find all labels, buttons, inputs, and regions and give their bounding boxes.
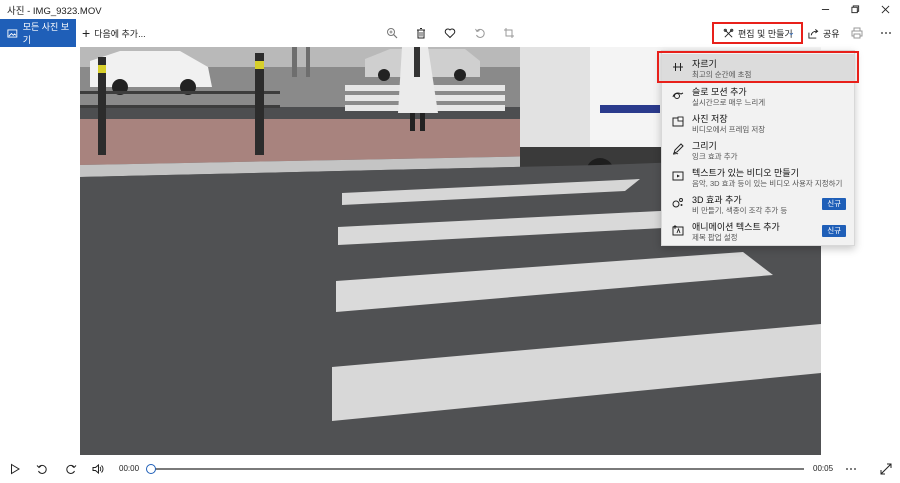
delete-button[interactable] xyxy=(413,25,429,41)
menu-item-trim[interactable]: 자르기 최고의 순간에 초점 xyxy=(662,54,854,81)
playback-bar: 00:00 00:05 xyxy=(0,455,900,483)
print-icon xyxy=(851,27,863,39)
all-photos-label: 모든 사진 보기 xyxy=(22,22,70,45)
seek-thumb[interactable] xyxy=(146,464,156,474)
menu-item-subtitle: 제목 팝업 설정 xyxy=(692,233,738,242)
share-label: 공유 xyxy=(823,28,840,39)
menu-item-subtitle: 잉크 효과 추가 xyxy=(692,152,738,161)
photos-icon xyxy=(7,28,18,38)
animated-text-icon xyxy=(671,223,684,236)
crop-button[interactable] xyxy=(501,25,517,41)
fullscreen-button[interactable] xyxy=(878,461,894,477)
print-button[interactable] xyxy=(849,25,865,41)
end-time: 00:05 xyxy=(813,464,834,473)
current-time: 00:00 xyxy=(119,464,140,473)
rotate-button[interactable] xyxy=(472,25,488,41)
volume-icon xyxy=(92,463,104,475)
forward-button[interactable] xyxy=(63,461,79,477)
menu-item-subtitle: 비 만들기, 색종이 조각 추가 등 xyxy=(692,206,788,215)
menu-item-subtitle: 최고의 순간에 초점 xyxy=(692,70,752,79)
edit-create-icon xyxy=(723,28,734,37)
play-icon xyxy=(11,463,20,475)
playback-more-button[interactable] xyxy=(843,461,859,477)
more-icon xyxy=(881,32,891,34)
menu-item-animated-text[interactable]: 애니메이션 텍스트 추가 제목 팝업 설정 신규 xyxy=(662,217,854,244)
trim-icon xyxy=(671,60,684,73)
share-icon xyxy=(808,28,819,39)
edit-create-button[interactable]: 편집 및 만들기 ⌄ xyxy=(712,22,803,44)
play-button[interactable] xyxy=(7,461,23,477)
add-to-label: 다음에 추가... xyxy=(94,28,146,39)
favorite-button[interactable] xyxy=(442,25,458,41)
menu-item-subtitle: 실시간으로 매우 느리게 xyxy=(692,98,766,107)
all-photos-button[interactable]: 모든 사진 보기 xyxy=(0,19,76,47)
maximize-icon xyxy=(850,5,859,14)
video-text-icon xyxy=(671,169,684,182)
fullscreen-icon xyxy=(880,463,892,475)
volume-button[interactable] xyxy=(90,461,106,477)
zoom-icon xyxy=(387,28,398,39)
menu-item-save-photo[interactable]: 사진 저장 비디오에서 프레임 저장 xyxy=(662,109,854,136)
minimize-button[interactable] xyxy=(810,0,840,19)
rewind-icon xyxy=(36,464,47,474)
more-button[interactable] xyxy=(878,25,894,41)
new-badge: 신규 xyxy=(822,225,846,237)
forward-icon xyxy=(66,464,77,474)
rotate-icon xyxy=(475,28,485,38)
slow-motion-icon xyxy=(671,88,684,101)
menu-item-video-with-text[interactable]: 텍스트가 있는 비디오 만들기 음악, 3D 효과 등이 있는 비디오 사용자 … xyxy=(662,163,854,190)
window-title: 사진 - IMG_9323.MOV xyxy=(7,5,102,17)
close-button[interactable] xyxy=(870,0,900,19)
new-badge: 신규 xyxy=(822,198,846,210)
close-icon xyxy=(881,5,889,14)
seek-track[interactable] xyxy=(149,468,804,470)
window-controls xyxy=(810,0,900,19)
heart-icon xyxy=(444,28,456,39)
edit-create-menu: 자르기 최고의 순간에 초점 슬로 모션 추가 실시간으로 매우 느리게 사진 … xyxy=(661,50,855,246)
menu-item-3d-effects[interactable]: 3D 효과 추가 비 만들기, 색종이 조각 추가 등 신규 xyxy=(662,190,854,217)
chevron-down-icon: ⌄ xyxy=(787,27,795,37)
share-button[interactable]: 공유 xyxy=(808,19,840,47)
3d-effects-icon xyxy=(671,196,684,209)
menu-item-slow-motion[interactable]: 슬로 모션 추가 실시간으로 매우 느리게 xyxy=(662,82,854,109)
title-bar: 사진 - IMG_9323.MOV xyxy=(0,0,900,19)
crop-icon xyxy=(504,28,514,38)
rewind-button[interactable] xyxy=(34,461,50,477)
save-photo-icon xyxy=(671,115,684,128)
add-to-button[interactable]: + 다음에 추가... xyxy=(82,19,146,47)
delete-icon xyxy=(417,28,425,39)
menu-item-draw[interactable]: 그리기 잉크 효과 추가 xyxy=(662,136,854,163)
edit-create-label: 편집 및 만들기 xyxy=(738,28,793,39)
minimize-icon xyxy=(821,9,829,10)
more-icon xyxy=(846,468,856,470)
draw-icon xyxy=(671,142,684,155)
maximize-button[interactable] xyxy=(840,0,870,19)
menu-item-subtitle: 음악, 3D 효과 등이 있는 비디오 사용자 지정하기 xyxy=(692,179,843,188)
menu-item-subtitle: 비디오에서 프레임 저장 xyxy=(692,125,766,134)
zoom-button[interactable] xyxy=(384,25,400,41)
command-bar: 모든 사진 보기 + 다음에 추가... 편집 및 만들기 ⌄ 공유 xyxy=(0,19,900,47)
plus-icon: + xyxy=(82,25,91,41)
